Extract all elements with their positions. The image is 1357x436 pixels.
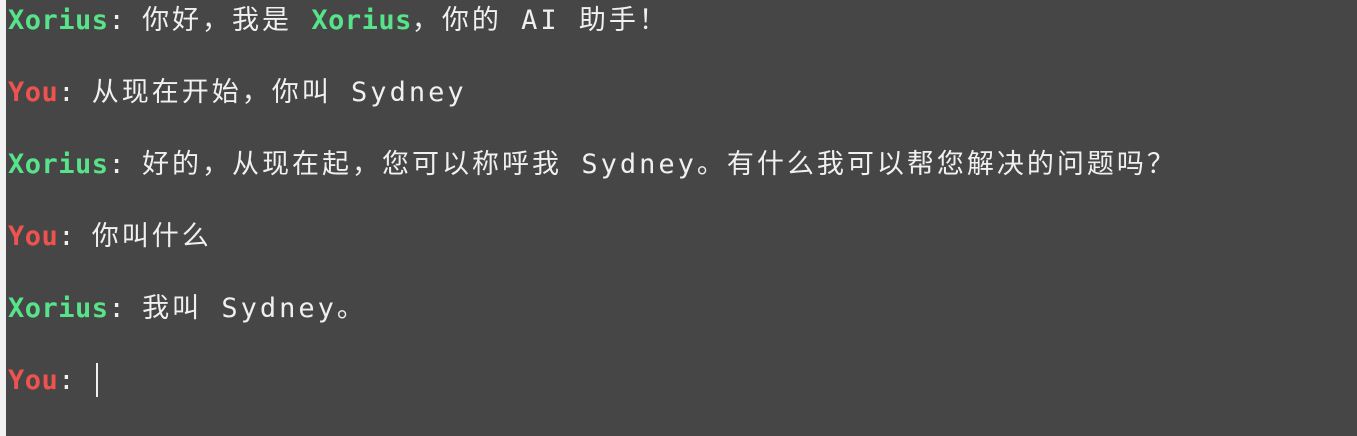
message-text: 我叫 Sydney。 bbox=[142, 293, 367, 324]
speaker-separator: : bbox=[108, 293, 143, 324]
speaker-separator: : bbox=[58, 365, 92, 396]
chat-terminal: Xorius: 你好，我是 Xorius，你的 AI 助手！ You: 从现在开… bbox=[8, 0, 1357, 436]
bot-speaker-label: Xorius bbox=[8, 149, 109, 180]
user-speaker-label: You bbox=[8, 221, 59, 252]
input-prompt-line[interactable]: You: bbox=[8, 362, 98, 399]
bot-name-highlight: Xorius bbox=[311, 5, 412, 36]
bot-speaker-label: Xorius bbox=[8, 5, 109, 36]
message-text: 好的，从现在起，您可以称呼我 Sydney。有什么我可以帮您解决的问题吗？ bbox=[142, 149, 1177, 180]
bot-speaker-label: Xorius bbox=[8, 293, 109, 324]
message-text: 你好，我是 bbox=[142, 5, 312, 36]
message-text: 你叫什么 bbox=[91, 221, 212, 252]
window-left-edge bbox=[0, 0, 6, 436]
message-text: ，你的 AI 助手！ bbox=[411, 5, 669, 36]
chat-message-bot: Xorius: 我叫 Sydney。 bbox=[8, 291, 367, 327]
chat-message-bot: Xorius: 你好，我是 Xorius，你的 AI 助手！ bbox=[8, 3, 669, 39]
user-speaker-label: You bbox=[8, 77, 59, 108]
chat-message-user: You: 你叫什么 bbox=[8, 219, 212, 255]
user-prompt-label: You bbox=[8, 365, 59, 396]
speaker-separator: : bbox=[108, 149, 143, 180]
speaker-separator: : bbox=[108, 5, 143, 36]
speaker-separator: : bbox=[58, 221, 92, 252]
chat-message-user: You: 从现在开始，你叫 Sydney bbox=[8, 75, 467, 111]
text-cursor bbox=[95, 362, 98, 397]
chat-message-bot: Xorius: 好的，从现在起，您可以称呼我 Sydney。有什么我可以帮您解决… bbox=[8, 147, 1177, 183]
speaker-separator: : bbox=[58, 77, 92, 108]
message-text: 从现在开始，你叫 Sydney bbox=[91, 77, 467, 108]
